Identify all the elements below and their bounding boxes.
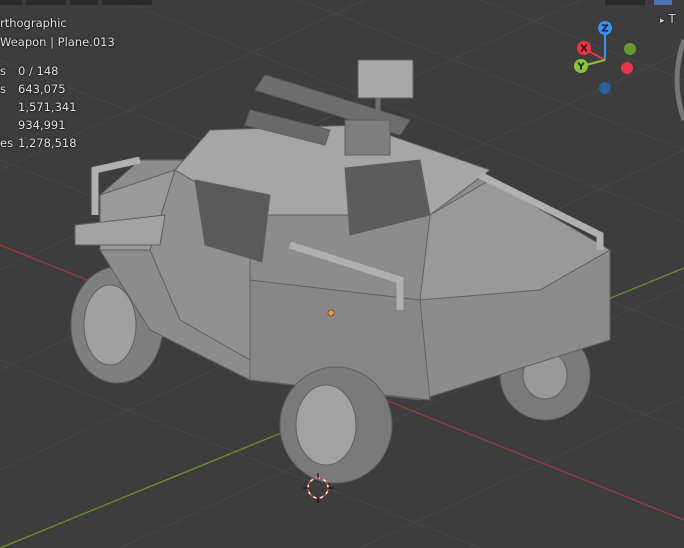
header-stub-2[interactable] (26, 0, 66, 5)
stat-label: s (0, 64, 6, 78)
stat-value: 1,571,341 (18, 100, 77, 114)
header-stub-3[interactable] (70, 0, 98, 5)
stat-value: 934,991 (18, 118, 66, 132)
object-origin[interactable] (327, 309, 335, 317)
stat-label: s (0, 82, 6, 96)
stat-value: 643,075 (18, 82, 66, 96)
stat-value: 0 / 148 (18, 64, 59, 78)
gizmo-z-label: Z (601, 24, 608, 35)
view-mode-label: rthographic (0, 16, 67, 30)
navigation-gizmo[interactable]: Z X Y (565, 18, 645, 98)
header-stub-6[interactable] (654, 0, 672, 5)
stat-value: 1,278,518 (18, 136, 77, 150)
header-stub-5[interactable] (605, 0, 645, 5)
object-info-label: Weapon | Plane.013 (0, 35, 115, 49)
header-stub-1[interactable] (0, 0, 22, 5)
sidebar-toggle-label: T (668, 12, 676, 26)
caret-right-icon: ▸ (660, 16, 665, 26)
gizmo-x-label: X (580, 44, 588, 55)
header-stub-4[interactable] (102, 0, 152, 5)
gizmo-neg-y-dot[interactable] (624, 43, 636, 55)
stat-label: es (0, 136, 14, 150)
gizmo-y-label: Y (576, 62, 585, 73)
sidebar-collapse-toggle[interactable]: ▸ T (660, 12, 676, 26)
gizmo-neg-x-dot[interactable] (621, 62, 633, 74)
gizmo-neg-z-dot[interactable] (599, 82, 611, 94)
